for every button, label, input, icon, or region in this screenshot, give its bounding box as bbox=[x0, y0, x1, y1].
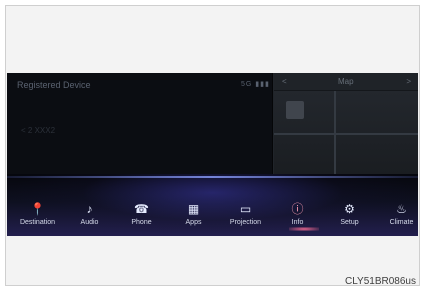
map-header: < Map > bbox=[274, 73, 418, 90]
dock-label: Projection bbox=[229, 219, 262, 226]
dock-label: Destination bbox=[19, 219, 56, 226]
map-next-arrow[interactable]: > bbox=[406, 77, 411, 86]
apps-grid-icon: ▦ bbox=[187, 202, 200, 216]
infotainment-screen: Registered Device 5G ▮▮▮ < 2 XXX2 < Map … bbox=[7, 73, 418, 236]
signal-indicator: 5G ▮▮▮ bbox=[241, 81, 270, 88]
dock-label: Climate bbox=[389, 219, 414, 226]
dock-audio-button[interactable]: ♪ Audio bbox=[64, 199, 115, 236]
map-panel: < Map > bbox=[273, 73, 418, 175]
dim-device-row: < 2 XXX2 bbox=[21, 126, 56, 135]
bottom-dock: 📍 Destination ♪ Audio ☎ Phone ▦ Apps ▭ P… bbox=[7, 199, 418, 236]
main-panel: Registered Device 5G ▮▮▮ < 2 XXX2 bbox=[7, 73, 272, 174]
dock-projection-button[interactable]: ▭ Projection bbox=[220, 199, 271, 236]
map-area[interactable] bbox=[274, 91, 418, 175]
dock-label: Audio bbox=[80, 219, 99, 226]
dock-label: Info bbox=[291, 219, 304, 226]
dock-phone-button[interactable]: ☎ Phone bbox=[116, 199, 167, 236]
media-thumbnail bbox=[286, 101, 304, 119]
active-tab-glow bbox=[289, 227, 319, 231]
map-road-horizontal bbox=[274, 133, 418, 135]
gear-icon: ⚙ bbox=[344, 202, 355, 216]
dock-destination-button[interactable]: 📍 Destination bbox=[12, 199, 63, 236]
phone-icon: ☎ bbox=[134, 202, 149, 216]
dock-climate-button[interactable]: ♨ Climate bbox=[376, 199, 418, 236]
figure-code: CLY51BR086us bbox=[345, 276, 416, 287]
projection-icon: ▭ bbox=[239, 202, 252, 216]
map-previous-arrow[interactable]: < bbox=[282, 77, 287, 86]
music-note-icon: ♪ bbox=[86, 202, 93, 216]
map-title: Map bbox=[338, 77, 354, 86]
dock-setup-button[interactable]: ⚙ Setup bbox=[324, 199, 375, 236]
destination-icon: 📍 bbox=[30, 202, 45, 216]
dock-label: Apps bbox=[185, 219, 202, 226]
page-title: Registered Device bbox=[17, 80, 91, 90]
climate-icon: ♨ bbox=[396, 202, 407, 216]
info-icon: ⓘ bbox=[291, 202, 304, 216]
dock-apps-button[interactable]: ▦ Apps bbox=[168, 199, 219, 236]
dock-label: Setup bbox=[340, 219, 359, 226]
dock-label: Phone bbox=[131, 219, 152, 226]
wave-highlight bbox=[7, 176, 418, 178]
